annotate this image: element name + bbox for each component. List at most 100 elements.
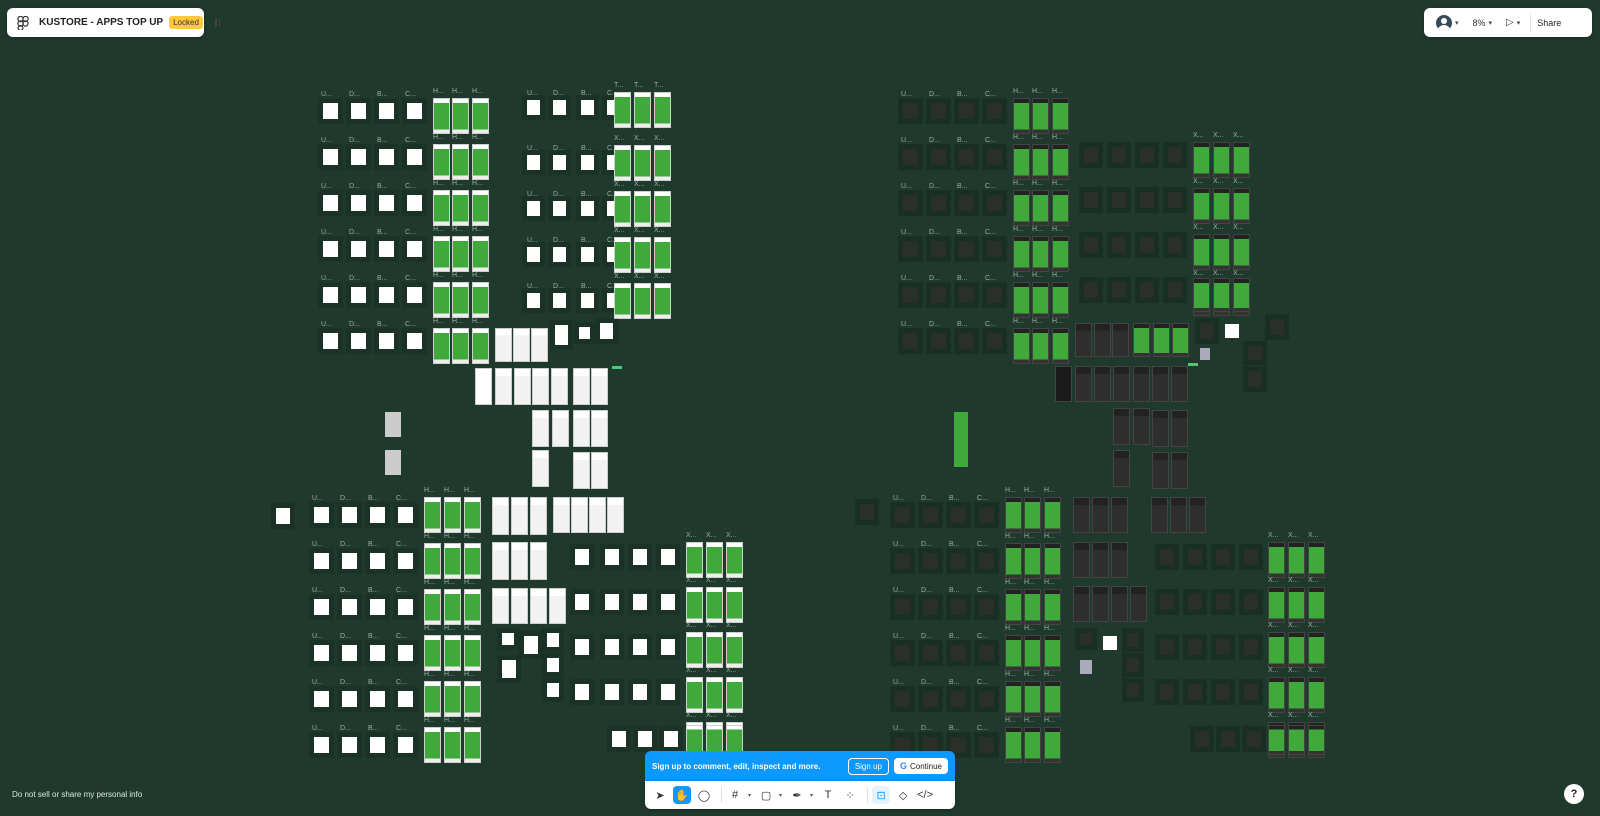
design-frame[interactable] [1084,192,1098,208]
design-frame[interactable] [1140,237,1154,253]
design-frame[interactable] [385,450,401,475]
design-frame[interactable] [634,145,651,181]
design-frame[interactable] [1111,586,1128,622]
design-frame[interactable] [1152,452,1169,489]
design-frame[interactable] [1213,234,1230,270]
design-frame[interactable] [979,599,994,615]
design-frame[interactable] [591,368,608,405]
design-frame[interactable] [407,287,422,303]
design-frame[interactable] [959,287,974,303]
design-frame[interactable] [634,283,651,319]
signup-button[interactable]: Sign up [847,757,889,775]
help-icon[interactable]: ? [1564,784,1584,804]
design-frame[interactable] [923,507,938,523]
design-frame[interactable] [931,195,946,211]
design-frame[interactable] [398,737,413,753]
design-frame[interactable] [424,727,441,763]
chevron-down-icon[interactable]: ▾ [748,792,751,799]
design-frame[interactable] [1024,681,1041,717]
design-frame[interactable] [472,144,489,180]
design-frame[interactable] [1013,144,1030,180]
design-frame[interactable] [923,553,938,569]
design-frame[interactable] [1216,684,1230,700]
design-frame[interactable] [1225,324,1239,338]
design-frame[interactable] [370,737,385,753]
rectangle-icon[interactable]: ▢ [757,786,775,804]
design-frame[interactable] [1171,366,1188,402]
design-frame[interactable] [475,368,492,405]
design-frame[interactable] [1188,363,1198,366]
design-frame[interactable] [444,681,461,717]
design-frame[interactable] [581,155,594,170]
design-frame[interactable] [323,241,338,257]
design-frame[interactable] [1233,188,1250,224]
privacy-link[interactable]: Do not sell or share my personal info [12,790,142,799]
design-frame[interactable] [1092,542,1109,578]
design-frame[interactable] [1268,542,1285,578]
design-frame[interactable] [1160,684,1174,700]
design-frame[interactable] [547,683,559,697]
code-icon[interactable]: </> [916,786,934,804]
design-frame[interactable] [1075,366,1092,402]
design-frame[interactable] [1153,323,1170,357]
design-frame[interactable] [1044,497,1061,533]
design-frame[interactable] [527,100,540,115]
frame-icon[interactable]: # [726,786,744,804]
design-frame[interactable] [1084,237,1098,253]
design-frame[interactable] [634,191,651,227]
design-frame[interactable] [444,635,461,671]
design-frame[interactable] [931,103,946,119]
design-frame[interactable] [1193,188,1210,224]
design-frame[interactable] [398,691,413,707]
sidebar-toggle-icon[interactable] [214,18,221,27]
design-frame[interactable] [1288,587,1305,623]
design-frame[interactable] [654,92,671,128]
design-frame[interactable] [1005,727,1022,763]
design-frame[interactable] [1168,282,1182,298]
design-frame[interactable] [1160,594,1174,610]
design-frame[interactable] [511,497,528,535]
design-frame[interactable] [1052,328,1069,364]
design-frame[interactable] [1248,371,1262,387]
design-frame[interactable] [1055,366,1072,402]
design-frame[interactable] [706,587,723,623]
design-frame[interactable] [726,542,743,578]
design-frame[interactable] [314,691,329,707]
avatar[interactable] [1436,14,1452,31]
design-frame[interactable] [370,553,385,569]
design-frame[interactable] [726,587,743,623]
design-frame[interactable] [342,553,357,569]
design-frame[interactable] [612,731,626,747]
design-frame[interactable] [1024,635,1041,671]
design-frame[interactable] [464,681,481,717]
design-frame[interactable] [532,410,549,447]
design-frame[interactable] [514,368,531,405]
design-frame[interactable] [661,594,675,610]
design-frame[interactable] [1052,98,1069,134]
design-frame[interactable] [424,497,441,533]
design-frame[interactable] [1094,366,1111,402]
design-frame[interactable] [398,553,413,569]
design-frame[interactable] [1193,278,1210,312]
design-frame[interactable] [524,636,538,654]
comment-icon[interactable]: ◯ [695,786,713,804]
design-frame[interactable] [351,333,366,349]
hand-icon[interactable]: ✋ [673,786,691,804]
design-frame[interactable] [407,195,422,211]
design-frame[interactable] [1151,497,1168,533]
design-frame[interactable] [555,325,568,345]
design-frame[interactable] [379,333,394,349]
design-frame[interactable] [433,328,450,364]
design-frame[interactable] [530,497,547,535]
design-frame[interactable] [511,588,528,624]
design-frame[interactable] [573,368,590,405]
design-frame[interactable] [532,450,549,487]
design-frame[interactable] [654,191,671,227]
design-frame[interactable] [951,737,966,753]
design-frame[interactable] [342,599,357,615]
design-frame[interactable] [614,283,631,319]
design-frame[interactable] [923,691,938,707]
design-frame[interactable] [1213,188,1230,224]
design-frame[interactable] [502,660,516,678]
design-frame[interactable] [370,507,385,523]
